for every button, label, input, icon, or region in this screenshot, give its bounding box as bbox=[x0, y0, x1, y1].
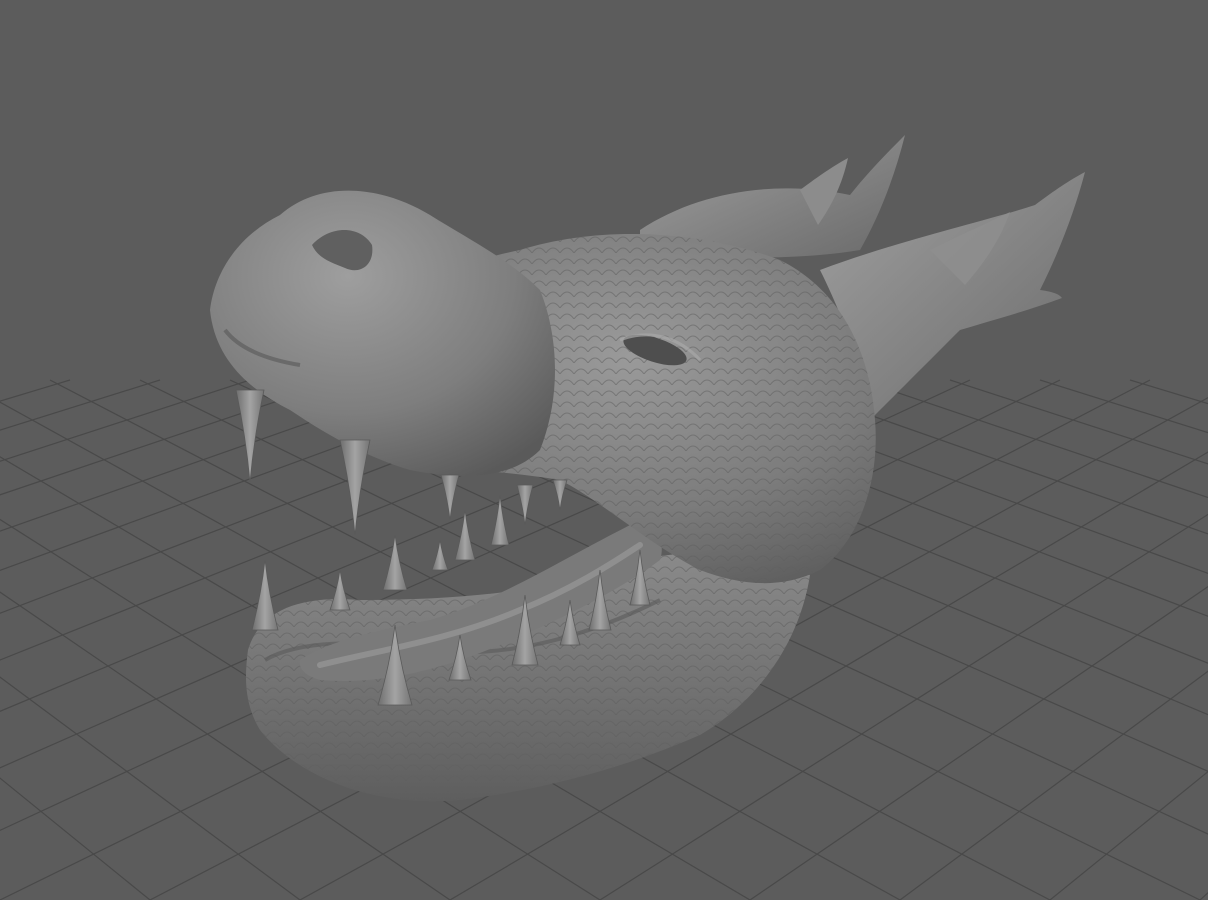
tooth bbox=[235, 389, 265, 483]
3d-viewport[interactable] bbox=[0, 0, 1208, 900]
tooth bbox=[339, 439, 371, 536]
tooth bbox=[454, 509, 476, 561]
dragon-head-mesh[interactable] bbox=[210, 135, 1085, 802]
tooth bbox=[251, 559, 279, 631]
snout bbox=[210, 190, 555, 476]
viewport-scene[interactable] bbox=[0, 0, 1208, 900]
tooth bbox=[552, 479, 568, 511]
tooth bbox=[382, 534, 408, 591]
tooth bbox=[440, 474, 460, 521]
tooth bbox=[431, 539, 449, 571]
tooth bbox=[329, 569, 351, 611]
